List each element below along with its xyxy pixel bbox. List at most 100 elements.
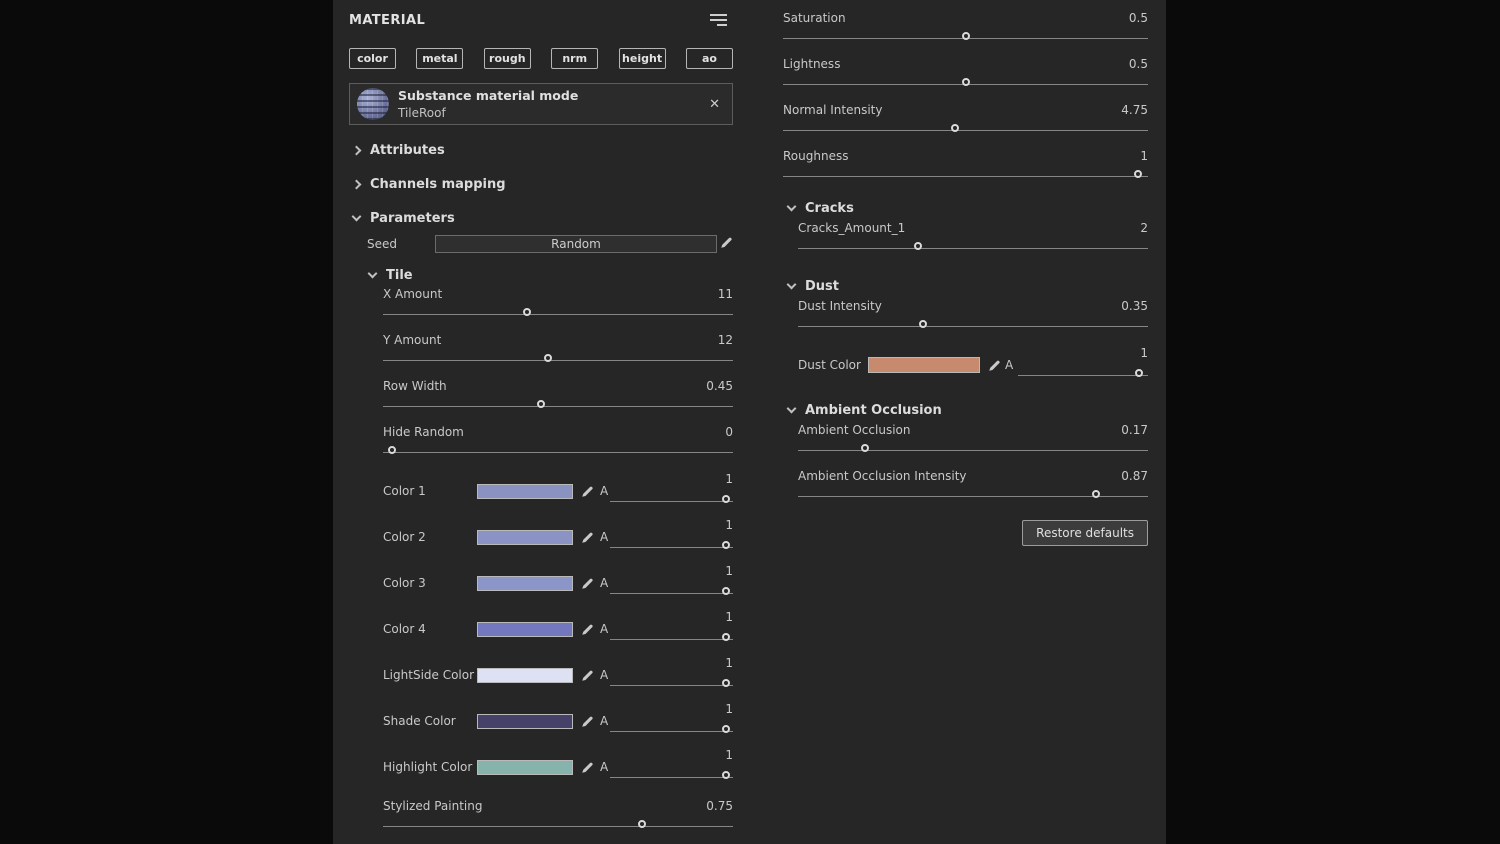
- seed-value: Random: [551, 237, 601, 251]
- slider-track[interactable]: [383, 406, 733, 407]
- eyedropper-icon[interactable]: [581, 531, 594, 544]
- slider-handle[interactable]: [523, 308, 531, 316]
- color-label: Color 3: [383, 576, 477, 590]
- alpha-slider: 1: [610, 560, 733, 606]
- slider-track[interactable]: [610, 685, 733, 686]
- slider-track[interactable]: [610, 547, 733, 548]
- slider-track[interactable]: [383, 360, 733, 361]
- slider-track[interactable]: [1018, 375, 1148, 376]
- slider-handle[interactable]: [388, 446, 396, 454]
- menu-icon[interactable]: [710, 14, 727, 26]
- slider-handle[interactable]: [638, 820, 646, 828]
- restore-defaults-button[interactable]: Restore defaults: [1022, 520, 1148, 546]
- color-swatch[interactable]: [477, 622, 573, 637]
- seed-select[interactable]: Random: [435, 235, 717, 253]
- slider-track[interactable]: [610, 731, 733, 732]
- color-swatch[interactable]: [477, 576, 573, 591]
- section-label: Tile: [386, 268, 413, 283]
- color-swatch[interactable]: [477, 668, 573, 683]
- slider-handle[interactable]: [544, 354, 552, 362]
- section-ambient-occlusion[interactable]: Ambient Occlusion: [783, 400, 1148, 420]
- slider-track[interactable]: [383, 826, 733, 827]
- slider-value: 11: [718, 287, 733, 301]
- section-channels-mapping[interactable]: Channels mapping: [349, 175, 733, 193]
- color-swatch[interactable]: [477, 760, 573, 775]
- chevron-right-icon: [352, 179, 362, 189]
- slider-track[interactable]: [798, 450, 1148, 451]
- left-column: MATERIAL color metal rough nrm height ao…: [349, 0, 733, 842]
- slider-track[interactable]: [798, 496, 1148, 497]
- color-swatch[interactable]: [477, 484, 573, 499]
- eyedropper-icon[interactable]: [581, 577, 594, 590]
- channel-button-height[interactable]: height: [619, 48, 666, 69]
- slider-track[interactable]: [610, 777, 733, 778]
- slider-handle[interactable]: [537, 400, 545, 408]
- slider-handle[interactable]: [1135, 369, 1143, 377]
- section-tile[interactable]: Tile: [369, 266, 733, 284]
- slider-track[interactable]: [783, 84, 1148, 85]
- slider-track[interactable]: [783, 130, 1148, 131]
- slider-track[interactable]: [610, 593, 733, 594]
- slider-handle[interactable]: [919, 320, 927, 328]
- slider-normal-intensity: Normal Intensity 4.75: [783, 100, 1148, 146]
- slider-track[interactable]: [783, 176, 1148, 177]
- alpha-label: A: [600, 668, 608, 682]
- close-icon[interactable]: ✕: [709, 97, 720, 112]
- slider-value: 0.75: [706, 799, 733, 813]
- channel-button-rough[interactable]: rough: [484, 48, 531, 69]
- slider-handle[interactable]: [722, 541, 730, 549]
- slider-handle[interactable]: [722, 679, 730, 687]
- channel-button-metal[interactable]: metal: [416, 48, 463, 69]
- eyedropper-icon[interactable]: [581, 669, 594, 682]
- section-parameters[interactable]: Parameters: [349, 209, 733, 227]
- eyedropper-icon[interactable]: [581, 761, 594, 774]
- slider-track[interactable]: [610, 639, 733, 640]
- section-cracks[interactable]: Cracks: [783, 198, 1148, 218]
- slider-handle[interactable]: [722, 495, 730, 503]
- slider-track[interactable]: [610, 501, 733, 502]
- color-swatch[interactable]: [477, 530, 573, 545]
- channel-button-color[interactable]: color: [349, 48, 396, 69]
- edit-icon[interactable]: [720, 236, 733, 249]
- slider-handle[interactable]: [962, 78, 970, 86]
- color-swatch[interactable]: [477, 714, 573, 729]
- alpha-slider: 1: [610, 744, 733, 790]
- slider-handle[interactable]: [914, 242, 922, 250]
- channel-button-nrm[interactable]: nrm: [551, 48, 598, 69]
- slider-handle[interactable]: [962, 32, 970, 40]
- slider-value: 0.5: [1129, 57, 1148, 71]
- slider-track[interactable]: [383, 452, 733, 453]
- material-card[interactable]: Substance material mode TileRoof ✕: [349, 83, 733, 125]
- channel-buttons: color metal rough nrm height ao: [349, 48, 733, 69]
- material-thumbnail-icon: [357, 88, 389, 120]
- slider-handle[interactable]: [722, 771, 730, 779]
- channel-button-ao[interactable]: ao: [686, 48, 733, 69]
- alpha-value: 1: [725, 702, 733, 716]
- eyedropper-icon[interactable]: [988, 359, 1001, 372]
- slider-track[interactable]: [383, 314, 733, 315]
- slider-label: Ambient Occlusion: [798, 423, 910, 437]
- section-dust[interactable]: Dust: [783, 276, 1148, 296]
- slider-label: Saturation: [783, 11, 846, 25]
- eyedropper-icon[interactable]: [581, 485, 594, 498]
- slider-handle[interactable]: [1092, 490, 1100, 498]
- slider-handle[interactable]: [722, 633, 730, 641]
- slider-track[interactable]: [798, 326, 1148, 327]
- slider-track[interactable]: [783, 38, 1148, 39]
- dust-parameters: Dust Intensity 0.35 Dust Color A 1: [798, 296, 1148, 388]
- section-label: Dust: [805, 279, 839, 294]
- section-attributes[interactable]: Attributes: [349, 141, 733, 159]
- slider-handle[interactable]: [951, 124, 959, 132]
- slider-track[interactable]: [798, 248, 1148, 249]
- color-swatch[interactable]: [868, 357, 980, 373]
- slider-handle[interactable]: [722, 587, 730, 595]
- slider-label: Row Width: [383, 379, 447, 393]
- eyedropper-icon[interactable]: [581, 715, 594, 728]
- slider-handle[interactable]: [722, 725, 730, 733]
- tile-parameters: X Amount 11 Y Amount 12 Row Width: [383, 284, 733, 842]
- alpha-slider: 1: [610, 468, 733, 514]
- color-label: Highlight Color: [383, 760, 477, 774]
- slider-handle[interactable]: [1134, 170, 1142, 178]
- eyedropper-icon[interactable]: [581, 623, 594, 636]
- slider-handle[interactable]: [861, 444, 869, 452]
